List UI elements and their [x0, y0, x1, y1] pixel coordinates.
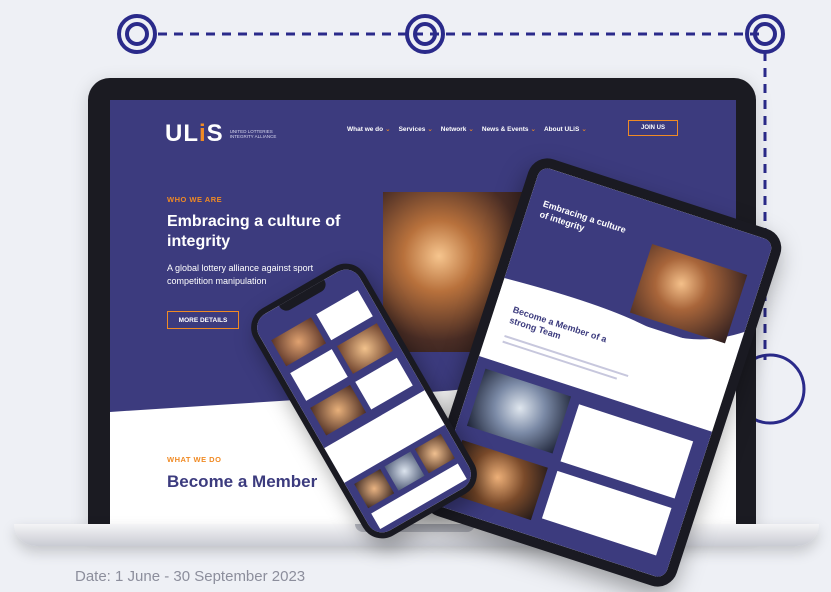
section-eyebrow: WHAT WE DO	[167, 455, 222, 464]
nav-item-news-events[interactable]: News & Events ⌄	[482, 125, 536, 133]
nav-item-network[interactable]: Network ⌄	[441, 125, 474, 133]
logo-subtitle: United Lotteries Integrity Alliance	[229, 129, 277, 139]
join-us-button[interactable]: JOIN US	[628, 120, 678, 136]
footnote: Date: 1 June - 30 September 2023	[75, 568, 306, 585]
nav-item-what-we-do[interactable]: What we do ⌄	[347, 125, 391, 133]
chevron-down-icon: ⌄	[385, 126, 391, 133]
nav-item-services[interactable]: Services ⌄	[399, 125, 433, 133]
circle-node-icon	[117, 14, 157, 54]
chevron-down-icon: ⌄	[581, 126, 587, 133]
logo[interactable]: ULiS United Lotteries Integrity Alliance	[165, 120, 278, 148]
more-details-button[interactable]: MORE DETAILS	[167, 311, 239, 329]
hero-eyebrow: WHO WE ARE	[167, 195, 223, 204]
nav-item-about[interactable]: About ULiS ⌄	[544, 125, 587, 133]
section-title: Become a Member	[167, 472, 318, 491]
chevron-down-icon: ⌄	[427, 126, 433, 133]
logo-wordmark: ULiS	[165, 120, 224, 147]
chevron-down-icon: ⌄	[468, 126, 474, 133]
hero-title: Embracing a culture of integrity	[167, 213, 341, 250]
main-nav: What we do ⌄ Services ⌄ Network ⌄ News & Ev…	[347, 125, 587, 133]
chevron-down-icon: ⌄	[530, 126, 536, 133]
